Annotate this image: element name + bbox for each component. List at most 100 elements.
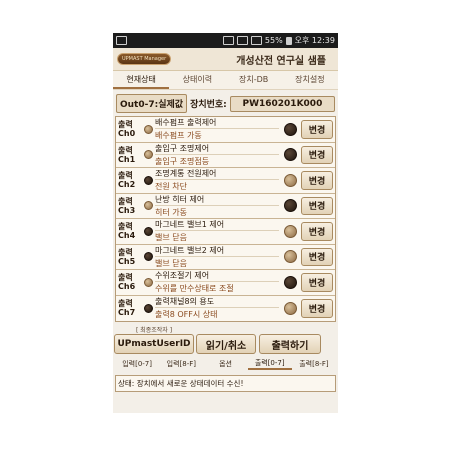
- battery-icon: [285, 36, 292, 45]
- channel-texts: 출력채널8의 용도 출력8 OFF시 상태: [153, 296, 281, 322]
- tab-device-settings[interactable]: 장치설정: [282, 71, 338, 89]
- mode-badge[interactable]: Out0-7:실제값: [116, 94, 188, 113]
- channel-state: 밸브 닫음: [155, 233, 187, 243]
- bottom-controls: [ 최종조작자 ] UPmastUserID 읽기/취소 출력하기: [114, 325, 336, 354]
- change-button[interactable]: 변경: [301, 196, 333, 215]
- output-channel-row: 출력 Ch4 마그네트 밸브1 제어 밸브 닫음 변경: [116, 219, 335, 245]
- channel-label: 출력 Ch3: [116, 194, 144, 219]
- channel-name: 난방 히터 제어: [155, 194, 279, 206]
- subtab-input-8-f[interactable]: 입력[8-F]: [159, 359, 203, 369]
- change-button[interactable]: 변경: [301, 120, 333, 139]
- change-button[interactable]: 변경: [301, 273, 333, 292]
- channel-label-id: Ch4: [118, 231, 136, 241]
- output-channel-row: 출력 Ch7 출력채널8의 용도 출력8 OFF시 상태 변경: [116, 296, 335, 322]
- last-operator-caption: [ 최종조작자 ]: [135, 327, 173, 334]
- change-button[interactable]: 변경: [301, 298, 333, 318]
- channel-name: 배수펌프 출력제어: [155, 117, 279, 130]
- channel-state: 배수펌프 가동: [155, 131, 202, 141]
- status-led-large-icon: [283, 224, 297, 238]
- status-led-small-wrap: [144, 194, 153, 219]
- output-channel-row: 출력 Ch5 마그네트 밸브2 제어 밸브 닫음 변경: [116, 245, 335, 270]
- status-led-small-icon: [144, 226, 153, 236]
- channel-state: 출입구 조명점등: [155, 156, 210, 166]
- signal-icon: [250, 36, 262, 45]
- status-led-small-icon: [144, 201, 153, 211]
- channel-name: 마그네트 밸브2 제어: [155, 245, 279, 257]
- change-button[interactable]: 변경: [301, 247, 333, 266]
- channel-name: 출입구 조명제어: [155, 143, 279, 155]
- image-icon: [116, 36, 127, 45]
- subtab-input-0-7[interactable]: 입력[0-7]: [115, 359, 159, 369]
- channel-label-top: 출력: [118, 299, 133, 309]
- status-led-large-icon: [283, 250, 297, 264]
- device-id-value[interactable]: PW160201K000: [229, 95, 335, 112]
- tab-status-history[interactable]: 상태이력: [169, 71, 225, 89]
- channel-label: 출력 Ch2: [116, 168, 144, 193]
- tab-device-db[interactable]: 장치-DB: [226, 71, 282, 89]
- status-led-large-icon: [283, 148, 297, 162]
- status-led-large-wrap: [281, 296, 299, 322]
- subtab-output-0-7[interactable]: 출력[0-7]: [247, 358, 292, 370]
- status-bar: 55% 오후 12:39: [113, 33, 338, 48]
- main-tabs: 현재상태 상태이력 장치-DB 장치설정: [113, 71, 338, 90]
- channel-label-id: Ch1: [118, 154, 136, 164]
- status-led-small-icon: [144, 277, 153, 287]
- channel-label-top: 출력: [118, 196, 133, 206]
- channel-texts: 조명계통 전원제어 전원 차단: [153, 168, 281, 193]
- channel-label-id: Ch2: [118, 180, 136, 190]
- status-led-small-wrap: [144, 143, 153, 168]
- output-channel-row: 출력 Ch1 출입구 조명제어 출입구 조명점등 변경: [116, 143, 335, 168]
- status-led-large-wrap: [281, 168, 299, 193]
- channel-name: 수위조절기 제어: [155, 270, 279, 283]
- output-button[interactable]: 출력하기: [259, 334, 321, 354]
- channel-texts: 마그네트 밸브2 제어 밸브 닫음: [153, 245, 281, 270]
- output-channel-list: 출력 Ch0 배수펌프 출력제어 배수펌프 가동 변경 출력 Ch1 출입구 조명제어 출입구 …: [115, 116, 336, 322]
- app-title-bar: UPMAST Manager 개성산전 연구실 샘플: [113, 48, 338, 71]
- status-led-large-wrap: [281, 143, 299, 168]
- status-led-small-icon: [144, 124, 153, 134]
- channel-texts: 마그네트 밸브1 제어 밸브 닫음: [153, 219, 281, 244]
- channel-texts: 수위조절기 제어 수위를 만수상태로 조절: [153, 270, 281, 295]
- channel-name: 출력채널8의 용도: [155, 296, 279, 309]
- io-subtabs: 입력[0-7] 입력[8-F] 옵션 출력[0-7] 출력[8-F]: [115, 357, 336, 371]
- subtab-options[interactable]: 옵션: [203, 359, 247, 369]
- channel-label-top: 출력: [118, 273, 133, 283]
- channel-name: 조명계통 전원제어: [155, 168, 279, 181]
- change-button[interactable]: 변경: [301, 145, 333, 164]
- status-led-small-wrap: [144, 245, 153, 270]
- channel-name: 마그네트 밸브1 제어: [155, 219, 279, 232]
- status-led-small-wrap: [144, 296, 153, 322]
- channel-state: 출력8 OFF시 상태: [155, 310, 218, 320]
- channel-label-id: Ch6: [118, 282, 136, 292]
- channel-texts: 배수펌프 출력제어 배수펌프 가동: [153, 117, 281, 142]
- channel-label-id: Ch0: [118, 129, 136, 139]
- status-led-large-wrap: [281, 194, 299, 219]
- status-message: 상태: 장치에서 새로운 상태데이터 수신!: [115, 375, 336, 392]
- status-led-small-wrap: [144, 270, 153, 295]
- channel-state: 수위를 만수상태로 조절: [155, 284, 234, 294]
- status-led-large-icon: [283, 301, 297, 315]
- subtab-output-8-f[interactable]: 출력[8-F]: [292, 359, 336, 369]
- status-led-large-wrap: [281, 219, 299, 244]
- read-cancel-button[interactable]: 읽기/취소: [196, 334, 256, 354]
- status-led-large-icon: [283, 173, 297, 187]
- channel-label-top: 출력: [118, 120, 133, 130]
- status-led-large-icon: [283, 199, 297, 213]
- status-led-small-wrap: [144, 219, 153, 244]
- user-id-field[interactable]: UPmastUserID: [114, 334, 194, 354]
- change-button[interactable]: 변경: [301, 222, 333, 241]
- status-led-small-icon: [144, 303, 153, 313]
- channel-texts: 난방 히터 제어 히터 가동: [153, 194, 281, 219]
- change-button[interactable]: 변경: [301, 171, 333, 190]
- clock: 오후 12:39: [294, 36, 335, 45]
- status-led-large-wrap: [281, 245, 299, 270]
- channel-label: 출력 Ch0: [116, 117, 144, 142]
- output-channel-row: 출력 Ch2 조명계통 전원제어 전원 차단 변경: [116, 168, 335, 194]
- channel-label-top: 출력: [118, 247, 133, 257]
- status-led-small-icon: [144, 150, 153, 160]
- vibrate-icon: [222, 36, 234, 45]
- status-led-large-wrap: [281, 117, 299, 142]
- channel-state: 전원 차단: [155, 182, 187, 192]
- channel-label-top: 출력: [118, 171, 133, 181]
- tab-current-status[interactable]: 현재상태: [113, 71, 170, 89]
